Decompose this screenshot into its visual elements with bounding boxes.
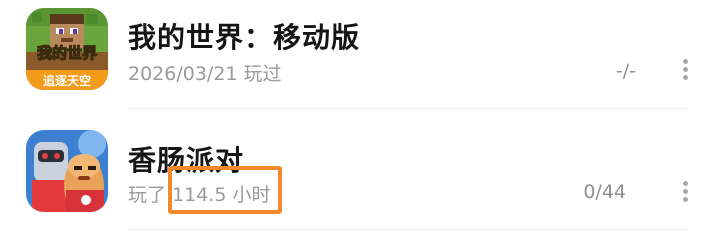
game-title: 我的世界：移动版: [128, 21, 361, 54]
divider: [128, 108, 688, 109]
game-item-minecraft[interactable]: 我的世界 追逐天空 我的世界：移动版 2026/03/21 玩过 -/-: [0, 0, 720, 120]
last-played-text: 2026/03/21 玩过: [128, 63, 282, 85]
minecraft-app-icon: 我的世界 追逐天空: [26, 8, 108, 90]
more-options-icon[interactable]: [681, 181, 689, 203]
divider: [128, 229, 688, 230]
playtime-prefix: 玩了: [128, 184, 173, 206]
icon-banner-text: 追逐天空: [43, 73, 91, 88]
more-options-icon[interactable]: [681, 59, 689, 81]
highlight-box: [168, 166, 282, 214]
icon-title-text: 我的世界: [37, 44, 97, 62]
sausage-party-app-icon: [26, 130, 108, 212]
achievement-progress: 0/44: [583, 181, 626, 203]
achievement-progress: -/-: [615, 60, 636, 82]
game-item-sausage-party[interactable]: 香肠派对 玩了 114.5 小时 0/44: [0, 120, 720, 240]
